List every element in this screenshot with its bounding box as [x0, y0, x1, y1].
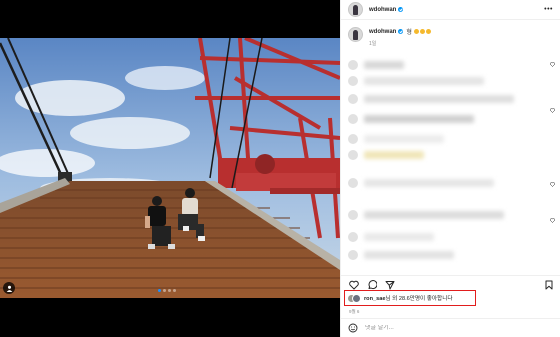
- user-tag-button[interactable]: [3, 282, 15, 294]
- emoji-button[interactable]: [348, 323, 358, 333]
- avatar[interactable]: [348, 2, 363, 17]
- carousel-indicator: [158, 289, 176, 292]
- post-actions: [341, 275, 560, 291]
- post-date: 9월 6: [349, 309, 360, 314]
- post-header: wdohwan •••: [341, 0, 560, 20]
- bookmark-icon: [545, 280, 553, 290]
- likes-count-text[interactable]: 님 외 28.6만명이 좋아합니다: [385, 296, 452, 302]
- smiling-face-icon: [419, 29, 425, 34]
- caption-avatar[interactable]: [348, 27, 363, 42]
- comment-item: [348, 178, 494, 188]
- comment-item: [348, 250, 454, 260]
- smiling-face-icon: [413, 29, 419, 34]
- comment-composer: [341, 318, 560, 337]
- share-icon: [385, 281, 395, 290]
- comment-item: [348, 134, 444, 144]
- post-caption: wdohwan 형 1일: [348, 27, 431, 47]
- verified-icon: [398, 7, 404, 12]
- photo-illustration: [0, 38, 340, 298]
- caption-username[interactable]: wdohwan: [369, 29, 396, 35]
- comment-item: [348, 232, 434, 242]
- verified-icon: [398, 29, 404, 34]
- comment-icon: [368, 280, 377, 290]
- liker-username[interactable]: ron_sae: [364, 296, 385, 302]
- carousel-dot: [173, 289, 176, 292]
- share-button[interactable]: [385, 280, 395, 290]
- caption-emojis: [413, 29, 431, 34]
- comment-item: [348, 94, 514, 104]
- post-side-panel: wdohwan ••• wdohwan 형 1일 ron_sae님 외 28.6…: [340, 0, 560, 337]
- carousel-dot: [158, 289, 161, 292]
- comment-button[interactable]: [367, 280, 377, 290]
- comment-item: [348, 114, 474, 124]
- heart-icon: [349, 280, 359, 290]
- heart-icon[interactable]: [550, 182, 555, 187]
- avatar: [352, 293, 361, 303]
- comment-input[interactable]: [365, 325, 515, 331]
- like-button[interactable]: [349, 280, 359, 290]
- heart-icon[interactable]: [550, 108, 555, 113]
- user-tag-icon: [6, 285, 12, 292]
- comment-list: [341, 50, 560, 270]
- header-username[interactable]: wdohwan: [369, 7, 396, 13]
- comment-item: [348, 210, 504, 220]
- carousel-dot: [168, 289, 171, 292]
- heart-icon[interactable]: [550, 62, 555, 67]
- comment-item: [348, 76, 484, 86]
- emoji-icon: [348, 323, 358, 333]
- caption-time: 1일: [369, 41, 377, 47]
- post-photo[interactable]: [0, 38, 340, 298]
- more-icon[interactable]: •••: [544, 6, 553, 13]
- smiling-face-icon: [425, 29, 431, 34]
- heart-icon[interactable]: [550, 218, 555, 223]
- liker-avatars: [347, 293, 361, 303]
- caption-text: 형: [406, 30, 412, 36]
- carousel-dot: [163, 289, 166, 292]
- comment-item: [348, 150, 424, 160]
- likes-summary-highlighted[interactable]: ron_sae님 외 28.6만명이 좋아합니다: [344, 290, 476, 306]
- comment-item: [348, 60, 404, 70]
- post-media: [0, 0, 340, 337]
- likes-text: ron_sae님 외 28.6만명이 좋아합니다: [364, 294, 452, 302]
- bookmark-button[interactable]: [544, 280, 554, 290]
